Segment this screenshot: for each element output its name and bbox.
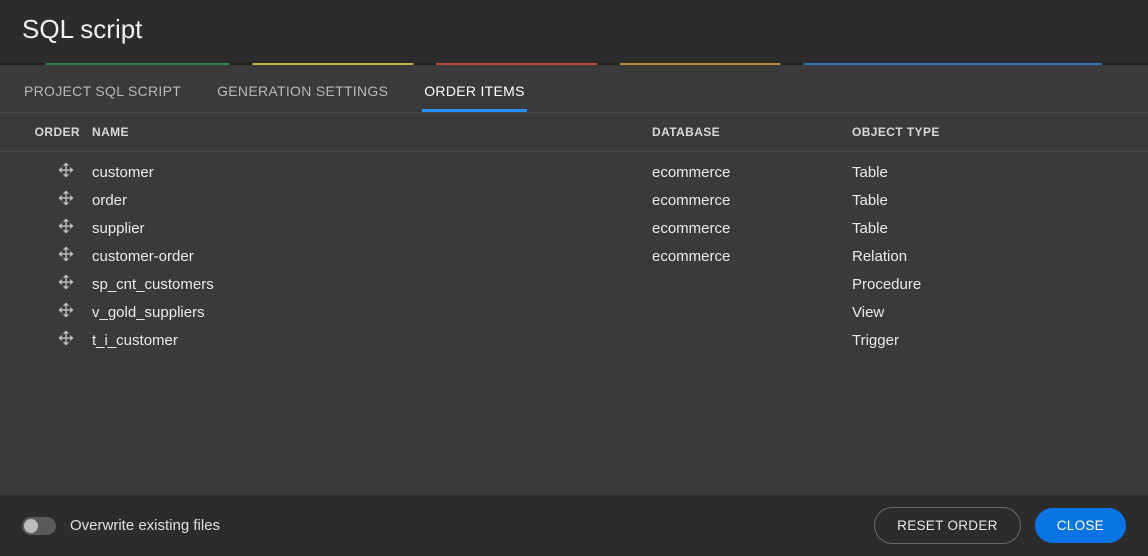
cell-database: ecommerce xyxy=(652,248,852,265)
header-order: ORDER xyxy=(22,125,92,139)
footer: Overwrite existing files RESET ORDER CLO… xyxy=(0,495,1148,556)
content-area: ORDER NAME DATABASE OBJECT TYPE customer… xyxy=(0,113,1148,495)
table-row[interactable]: t_i_customer Trigger xyxy=(0,326,1148,354)
tab-project-sql-script[interactable]: PROJECT SQL SCRIPT xyxy=(22,77,183,112)
reset-order-button[interactable]: RESET ORDER xyxy=(874,507,1021,544)
cell-database: ecommerce xyxy=(652,192,852,209)
table-row[interactable]: customer-orderecommerceRelation xyxy=(0,242,1148,270)
table-body: customerecommerceTableorderecommerceTabl… xyxy=(0,152,1148,360)
close-button[interactable]: CLOSE xyxy=(1035,508,1126,543)
cell-name: supplier xyxy=(92,220,652,237)
header-database: DATABASE xyxy=(652,125,852,139)
cell-name: customer-order xyxy=(92,248,652,265)
table-row[interactable]: v_gold_suppliers View xyxy=(0,298,1148,326)
dialog-title: SQL script xyxy=(22,14,1126,45)
move-icon[interactable] xyxy=(58,190,74,210)
move-icon[interactable] xyxy=(58,162,74,182)
cell-object-type: Trigger xyxy=(852,332,1126,349)
move-icon[interactable] xyxy=(58,330,74,350)
tab-generation-settings[interactable]: GENERATION SETTINGS xyxy=(215,77,390,112)
cell-name: order xyxy=(92,192,652,209)
titlebar: SQL script xyxy=(0,0,1148,63)
table-row[interactable]: supplierecommerceTable xyxy=(0,214,1148,242)
overwrite-label: Overwrite existing files xyxy=(70,517,860,534)
cell-database: ecommerce xyxy=(652,164,852,181)
toggle-knob xyxy=(24,519,38,533)
accent-line xyxy=(0,63,1148,65)
cell-object-type: Relation xyxy=(852,248,1126,265)
cell-object-type: Table xyxy=(852,192,1126,209)
tab-order-items[interactable]: ORDER ITEMS xyxy=(422,77,527,112)
sql-script-dialog: SQL script PROJECT SQL SCRIPT GENERATION… xyxy=(0,0,1148,556)
move-icon[interactable] xyxy=(58,274,74,294)
overwrite-toggle[interactable] xyxy=(22,517,56,535)
cell-database: ecommerce xyxy=(652,220,852,237)
cell-object-type: Table xyxy=(852,164,1126,181)
cell-name: customer xyxy=(92,164,652,181)
header-name: NAME xyxy=(92,125,652,139)
move-icon[interactable] xyxy=(58,302,74,322)
move-icon[interactable] xyxy=(58,246,74,266)
move-icon[interactable] xyxy=(58,218,74,238)
cell-name: sp_cnt_customers xyxy=(92,276,652,293)
cell-name: v_gold_suppliers xyxy=(92,304,652,321)
table-row[interactable]: sp_cnt_customers Procedure xyxy=(0,270,1148,298)
cell-object-type: Table xyxy=(852,220,1126,237)
table-row[interactable]: customerecommerceTable xyxy=(0,158,1148,186)
cell-object-type: Procedure xyxy=(852,276,1126,293)
table-header: ORDER NAME DATABASE OBJECT TYPE xyxy=(0,113,1148,152)
header-object-type: OBJECT TYPE xyxy=(852,125,1126,139)
tab-bar: PROJECT SQL SCRIPT GENERATION SETTINGS O… xyxy=(0,65,1148,113)
cell-object-type: View xyxy=(852,304,1126,321)
cell-name: t_i_customer xyxy=(92,332,652,349)
table-row[interactable]: orderecommerceTable xyxy=(0,186,1148,214)
